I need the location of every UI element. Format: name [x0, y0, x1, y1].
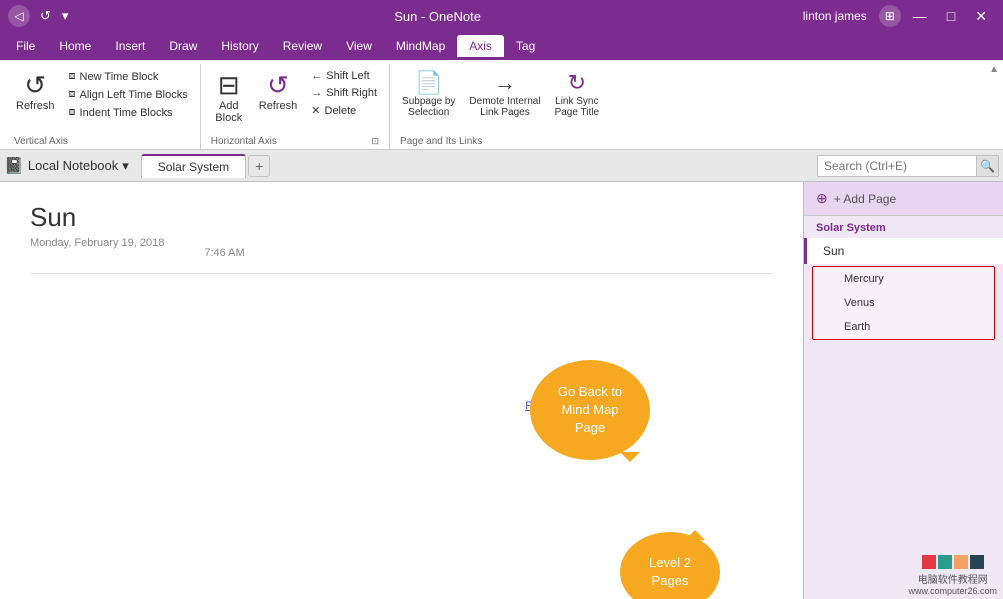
add-page-icon: ⊕: [816, 190, 828, 207]
menu-insert[interactable]: Insert: [103, 35, 157, 57]
vertical-axis-label: Vertical Axis: [10, 134, 194, 149]
shift-right-button[interactable]: → Shift Right: [305, 85, 383, 101]
callout-mindmap: Go Back toMind MapPage: [530, 360, 650, 460]
page-group-box: Mercury Venus Earth: [812, 266, 995, 340]
add-page-button[interactable]: ⊕ + Add Page: [804, 182, 1003, 216]
menu-review[interactable]: Review: [271, 35, 334, 57]
ribbon-collapse-button[interactable]: ▲: [989, 64, 999, 75]
horizontal-axis-expand[interactable]: ⊡: [371, 136, 379, 147]
page-date: Monday, February 19, 2018: [30, 237, 164, 249]
ribbon-group-horizontal-axis: ⊟ AddBlock ↺ Refresh ← Shift Left → Shif…: [201, 64, 390, 149]
page-list: Sun Mercury Venus Earth: [804, 238, 1003, 342]
arrow-left-icon: ←: [311, 70, 322, 82]
customize-button[interactable]: ▾: [58, 6, 73, 26]
ribbon: ▲ ↺ Refresh ⧈ New Time Block ⧈ Align Lef…: [0, 60, 1003, 150]
menu-file[interactable]: File: [4, 35, 47, 57]
section-label: Solar System: [804, 216, 1003, 238]
content-area: Sun Monday, February 19, 2018 7:46 AM ⛶ …: [0, 182, 803, 599]
page-item-venus[interactable]: Venus: [813, 291, 994, 315]
add-tab-button[interactable]: +: [248, 155, 270, 177]
tab-solar-system[interactable]: Solar System: [141, 154, 246, 178]
window-title: Sun - OneNote: [72, 9, 802, 24]
notebook-dropdown-icon: ▾: [122, 158, 129, 174]
page-title: Sun: [30, 202, 773, 233]
menu-history[interactable]: History: [209, 35, 270, 57]
minimize-button[interactable]: —: [905, 7, 935, 25]
arrow-right-icon: →: [311, 87, 322, 99]
search-input[interactable]: [817, 155, 977, 177]
user-name: linton james: [803, 9, 867, 23]
page-item-mercury[interactable]: Mercury: [813, 267, 994, 291]
time-block-icon: ⧈: [69, 70, 76, 83]
refresh-button[interactable]: ↺ Refresh: [10, 68, 61, 116]
page-time: 7:46 AM: [204, 247, 244, 259]
menu-draw[interactable]: Draw: [157, 35, 209, 57]
notebook-icon-button[interactable]: ⊞: [879, 5, 901, 27]
undo-button[interactable]: ↺: [36, 6, 55, 26]
demote-icon: →: [494, 72, 516, 94]
tile-orange: [954, 555, 968, 569]
delete-button[interactable]: ✕ Delete: [305, 102, 383, 119]
refresh-h-button[interactable]: ↺ Refresh: [253, 68, 304, 116]
vertical-axis-small-buttons: ⧈ New Time Block ⧈ Align Left Time Block…: [63, 68, 194, 121]
watermark-line2: www.computer26.com: [908, 586, 997, 596]
menu-axis[interactable]: Axis: [457, 35, 504, 57]
shift-left-button[interactable]: ← Shift Left: [305, 68, 383, 84]
callout-mindmap-bubble: Go Back toMind MapPage: [530, 360, 650, 460]
ribbon-group-page-links: 📄 Subpage bySelection → Demote InternalL…: [390, 64, 611, 149]
horizontal-axis-label: Horizontal Axis ⊡: [207, 134, 383, 149]
date-line: Monday, February 19, 2018 7:46 AM: [30, 237, 773, 274]
link-sync-page-title-button[interactable]: ↻ Link SyncPage Title: [549, 68, 605, 122]
watermark-tiles: [922, 555, 984, 569]
search-button[interactable]: 🔍: [977, 155, 999, 177]
back-button[interactable]: ◁: [8, 5, 30, 27]
callout-level2-bubble: Level 2Pages: [620, 532, 720, 599]
menu-tag[interactable]: Tag: [504, 35, 547, 57]
indent-time-blocks-button[interactable]: ⧈ Indent Time Blocks: [63, 104, 194, 121]
add-block-icon: ⊟: [218, 72, 240, 98]
subpage-by-selection-button[interactable]: 📄 Subpage bySelection: [396, 68, 461, 122]
demote-internal-link-pages-button[interactable]: → Demote InternalLink Pages: [463, 68, 546, 122]
notebook-icon: 📓: [4, 156, 24, 176]
notebook-bar: 📓 Local Notebook ▾ Solar System + 🔍: [0, 150, 1003, 182]
quick-access-toolbar: ↺ ▾: [36, 6, 72, 26]
page-links-label: Page and Its Links: [396, 134, 605, 149]
menu-mindmap[interactable]: MindMap: [384, 35, 457, 57]
tile-dark: [970, 555, 984, 569]
add-block-button[interactable]: ⊟ AddBlock: [207, 68, 251, 128]
refresh-large-icon: ↺: [24, 72, 46, 98]
menu-bar: File Home Insert Draw History Review Vie…: [0, 32, 1003, 60]
title-bar-right: linton james ⊞ — □ ✕: [803, 5, 995, 27]
notebook-name[interactable]: Local Notebook ▾: [28, 158, 129, 174]
menu-home[interactable]: Home: [47, 35, 103, 57]
sidebar: ⊕ + Add Page Solar System Sun Mercury Ve…: [803, 182, 1003, 599]
callout-level2-tail: [685, 520, 705, 540]
search-bar: 🔍: [817, 155, 999, 177]
refresh-h-icon: ↺: [267, 72, 289, 98]
callout-mindmap-tail: [620, 452, 640, 472]
align-icon: ⧈: [69, 88, 76, 101]
link-sync-icon: ↻: [568, 72, 586, 94]
align-left-time-blocks-button[interactable]: ⧈ Align Left Time Blocks: [63, 86, 194, 103]
tile-red: [922, 555, 936, 569]
main-area: Sun Monday, February 19, 2018 7:46 AM ⛶ …: [0, 182, 1003, 599]
menu-view[interactable]: View: [334, 35, 384, 57]
callout-level2: Level 2Pages: [620, 532, 720, 599]
indent-icon: ⧈: [69, 106, 76, 119]
delete-icon: ✕: [311, 104, 320, 117]
tile-green: [938, 555, 952, 569]
new-time-block-button[interactable]: ⧈ New Time Block: [63, 68, 194, 85]
title-bar-left: ◁ ↺ ▾: [8, 5, 72, 27]
page-item-earth[interactable]: Earth: [813, 315, 994, 339]
subpage-icon: 📄: [415, 72, 442, 94]
maximize-button[interactable]: □: [939, 7, 963, 25]
page-item-sun[interactable]: Sun: [804, 238, 1003, 264]
close-button[interactable]: ✕: [967, 7, 995, 25]
watermark: 电脑软件教程网 www.computer26.com: [902, 552, 1003, 599]
title-bar: ◁ ↺ ▾ Sun - OneNote linton james ⊞ — □ ✕: [0, 0, 1003, 32]
horizontal-axis-small-buttons: ← Shift Left → Shift Right ✕ Delete: [305, 68, 383, 119]
tab-bar: Solar System +: [141, 154, 270, 178]
watermark-line1: 电脑软件教程网: [918, 571, 988, 586]
ribbon-group-vertical-axis: ↺ Refresh ⧈ New Time Block ⧈ Align Left …: [4, 64, 201, 149]
